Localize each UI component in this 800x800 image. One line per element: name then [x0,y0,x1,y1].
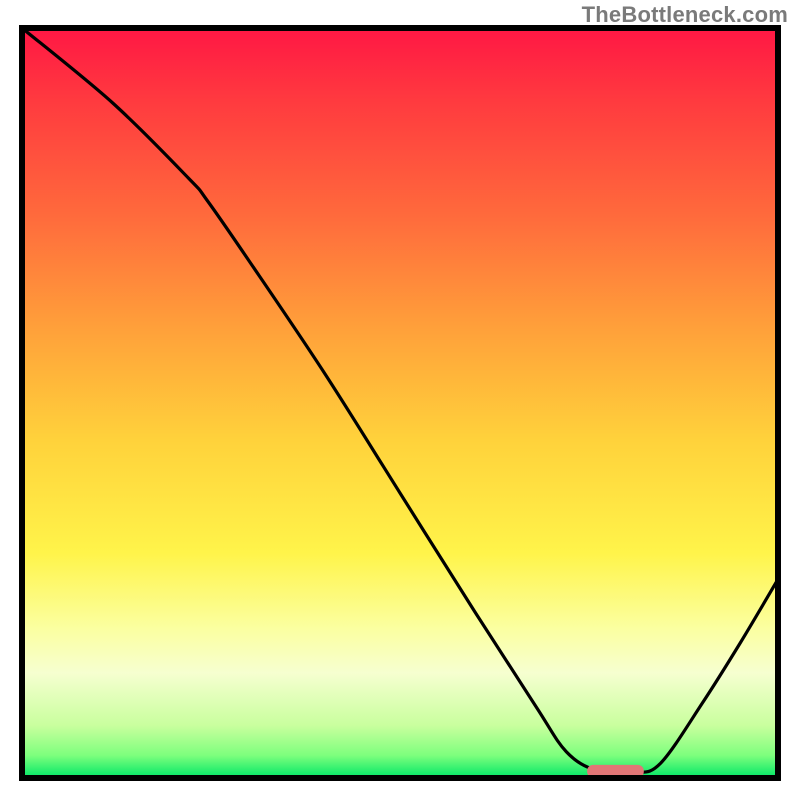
watermark-text: TheBottleneck.com [582,2,788,28]
bottleneck-chart [0,0,800,800]
chart-frame: TheBottleneck.com [0,0,800,800]
plot-background [22,28,778,778]
